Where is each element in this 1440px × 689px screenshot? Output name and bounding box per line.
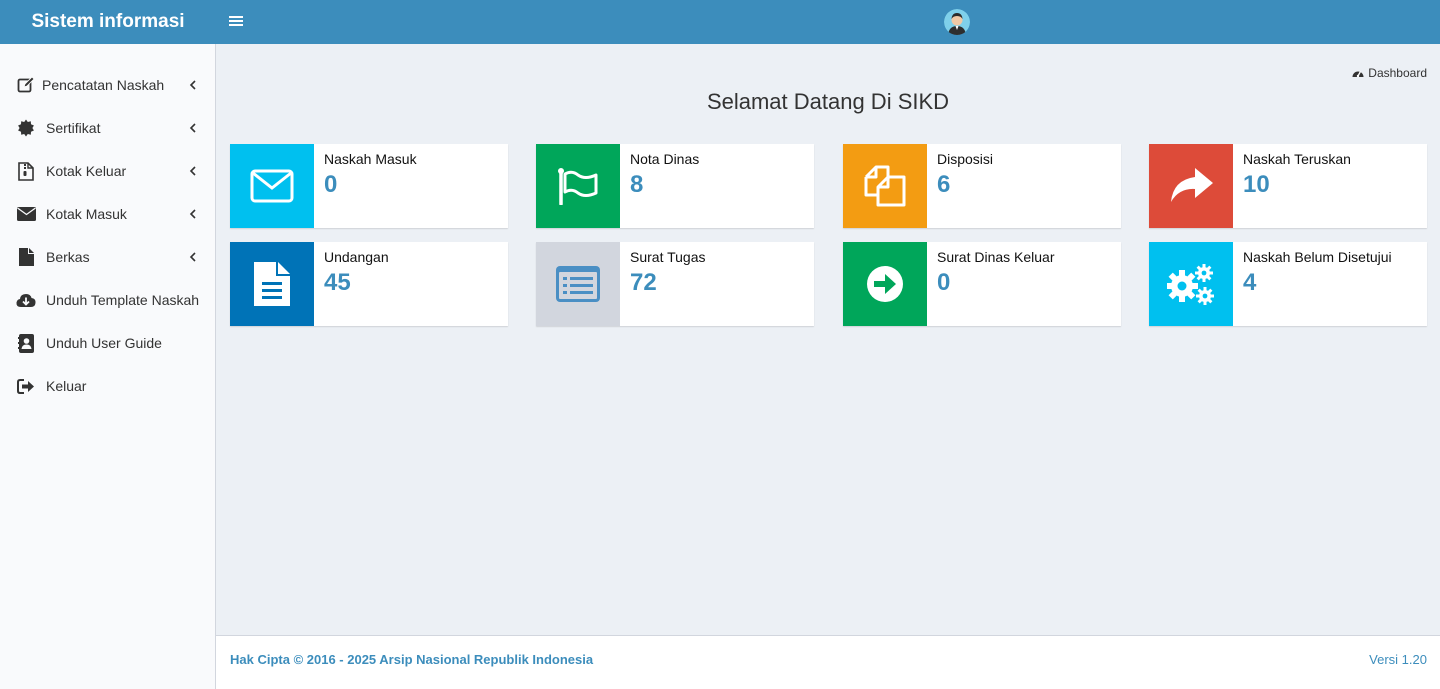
- footer: Hak Cipta © 2016 - 2025 Arsip Nasional R…: [216, 635, 1440, 689]
- info-box-count: 72: [630, 269, 657, 296]
- sidebar-item-pencatatan-naskah[interactable]: Pencatatan Naskah: [0, 65, 215, 105]
- sidebar-toggle-button[interactable]: [224, 9, 248, 33]
- user-avatar[interactable]: [944, 9, 970, 35]
- sidebar-item-unduh-user-guide[interactable]: Unduh User Guide: [0, 323, 215, 363]
- sidebar-item-label: Keluar: [46, 378, 87, 394]
- cogs-icon: [1167, 264, 1214, 305]
- info-box-label: Surat Dinas Keluar: [937, 249, 1055, 265]
- dashboard-icon: [1352, 71, 1364, 78]
- sign-out-icon: [16, 376, 36, 396]
- user-avatar-icon: [944, 9, 970, 35]
- info-box-count: 0: [324, 171, 338, 198]
- list-alt-icon: [556, 266, 600, 302]
- chevron-left-icon: [189, 123, 196, 133]
- hamburger-icon: [229, 16, 243, 26]
- app-brand[interactable]: Sistem informasi: [0, 0, 216, 44]
- sidebar-item-label: Berkas: [46, 249, 90, 265]
- info-box-label: Naskah Teruskan: [1243, 151, 1351, 167]
- footer-version: Versi 1.20: [1369, 652, 1427, 667]
- info-box-count: 0: [937, 269, 951, 296]
- info-box-label: Undangan: [324, 249, 389, 265]
- info-box-label: Disposisi: [937, 151, 994, 167]
- breadcrumb-label: Dashboard: [1368, 66, 1427, 80]
- sidebar-item-label: Unduh User Guide: [46, 335, 162, 351]
- info-box-naskah-masuk[interactable]: Naskah Masuk 0: [230, 144, 508, 228]
- page-title: Selamat Datang Di SIKD: [706, 89, 950, 114]
- info-box-label: Surat Tugas: [630, 249, 706, 265]
- top-navbar: Sistem informasi: [0, 0, 1440, 44]
- edit-icon: [16, 75, 36, 95]
- info-box-label: Nota Dinas: [630, 151, 700, 167]
- sidebar-item-label: Pencatatan Naskah: [42, 77, 165, 93]
- chevron-left-icon: [189, 252, 196, 262]
- info-box-count: 8: [630, 171, 644, 198]
- sidebar-item-sertifikat[interactable]: Sertifikat: [0, 108, 215, 148]
- info-box-label: Naskah Masuk: [324, 151, 417, 167]
- sidebar-item-kotak-keluar[interactable]: Kotak Keluar: [0, 151, 215, 191]
- info-box-count: 10: [1243, 171, 1270, 198]
- sidebar-item-unduh-template-naskah[interactable]: Unduh Template Naskah: [0, 280, 215, 320]
- info-box-label: Naskah Belum Disetujui: [1243, 249, 1392, 265]
- chevron-left-icon: [189, 166, 196, 176]
- breadcrumb[interactable]: Dashboard: [1352, 66, 1427, 80]
- address-book-icon: [16, 333, 36, 353]
- sidebar-item-keluar[interactable]: Keluar: [0, 366, 215, 406]
- info-box-count: 4: [1243, 269, 1257, 296]
- copy-icon: [864, 165, 906, 207]
- file-icon: [16, 247, 36, 267]
- sidebar-item-label: Kotak Masuk: [46, 206, 127, 222]
- sidebar-item-berkas[interactable]: Berkas: [0, 237, 215, 277]
- info-box-icon-area: [843, 144, 927, 228]
- arrow-circle-right-icon: [867, 266, 903, 302]
- info-box-icon-area: [536, 144, 620, 228]
- certificate-icon: [16, 118, 36, 138]
- sidebar-item-label: Kotak Keluar: [46, 163, 127, 179]
- sidebar-item-label: Sertifikat: [46, 120, 101, 136]
- sidebar: Pencatatan Naskah Sertifikat Kotak Kelua…: [0, 44, 216, 689]
- file-archive-icon: [16, 161, 36, 181]
- chevron-left-icon: [189, 209, 196, 219]
- flag-icon: [558, 168, 598, 205]
- info-box-icon-area: [230, 144, 314, 228]
- share-icon: [1171, 168, 1213, 202]
- chevron-left-icon: [189, 80, 196, 90]
- info-box-surat-tugas[interactable]: Surat Tugas 72: [536, 242, 814, 326]
- info-box-icon-area: [1149, 144, 1233, 228]
- envelope-icon: [16, 204, 36, 224]
- info-box-icon-area: [536, 242, 620, 326]
- info-box-disposisi[interactable]: Disposisi 6: [843, 144, 1121, 228]
- info-box-surat-dinas-keluar[interactable]: Surat Dinas Keluar 0: [843, 242, 1121, 326]
- info-box-icon-area: [843, 242, 927, 326]
- sidebar-item-label: Unduh Template Naskah: [46, 292, 200, 308]
- footer-copyright[interactable]: Hak Cipta © 2016 - 2025 Arsip Nasional R…: [230, 652, 593, 667]
- info-box-undangan[interactable]: Undangan 45: [230, 242, 508, 326]
- info-box-count: 45: [324, 269, 351, 296]
- info-box-icon-area: [1149, 242, 1233, 326]
- info-box-count: 6: [937, 171, 951, 198]
- sidebar-item-kotak-masuk[interactable]: Kotak Masuk: [0, 194, 215, 234]
- info-box-naskah-teruskan[interactable]: Naskah Teruskan 10: [1149, 144, 1427, 228]
- cloud-download-icon: [16, 290, 36, 310]
- info-box-naskah-belum-disetujui[interactable]: Naskah Belum Disetujui 4: [1149, 242, 1427, 326]
- file-text-icon: [254, 262, 290, 306]
- info-box-icon-area: [230, 242, 314, 326]
- envelope-icon: [250, 169, 294, 203]
- info-box-nota-dinas[interactable]: Nota Dinas 8: [536, 144, 814, 228]
